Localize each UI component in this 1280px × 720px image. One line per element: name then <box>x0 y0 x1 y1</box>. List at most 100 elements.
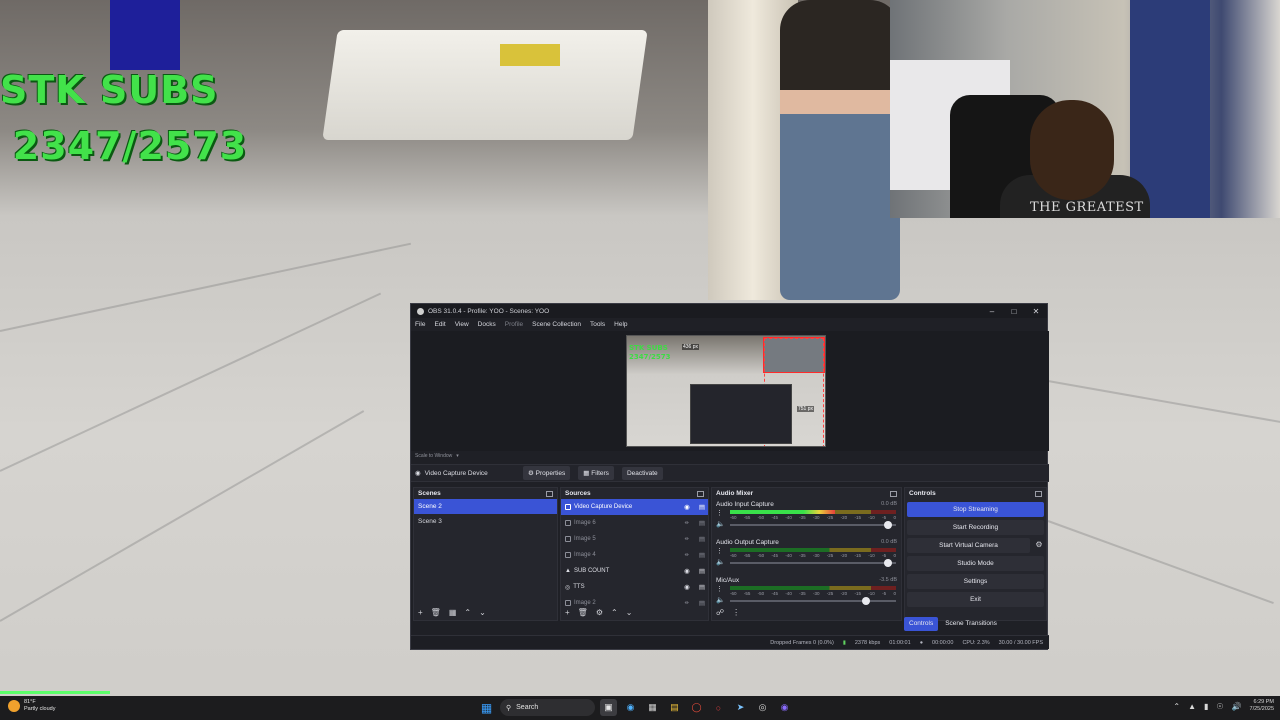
eye-hidden-icon[interactable]: ⦵ <box>681 535 693 543</box>
menu-help[interactable]: Help <box>614 321 627 328</box>
kebab-menu-icon[interactable]: ⋮ <box>716 585 723 593</box>
preview-area[interactable]: STK SUBS 2347/2573 436 px 751 px <box>411 331 1049 451</box>
speaker-icon[interactable]: 🔈 <box>716 558 725 566</box>
start-virtual-camera-button[interactable]: Start Virtual Camera <box>907 538 1030 553</box>
maximize-icon[interactable]: □ <box>1003 307 1025 316</box>
text-icon: ▲ <box>565 568 571 574</box>
discord-icon[interactable]: ◉ <box>776 699 793 716</box>
source-item[interactable]: Video Capture Device ◉ ▤ <box>561 499 708 515</box>
add-icon[interactable]: + <box>565 608 570 617</box>
meter-tick-label: -20 <box>840 591 848 596</box>
arrow-up-icon[interactable]: ⌃ <box>611 608 618 617</box>
tab-scene-transitions[interactable]: Scene Transitions <box>940 617 1002 631</box>
volume-knob[interactable] <box>883 559 892 567</box>
taskbar-search[interactable]: ⚲ Search <box>500 699 595 716</box>
menu-view[interactable]: View <box>455 321 469 328</box>
opera-icon[interactable]: ○ <box>710 699 727 716</box>
volume-icon[interactable]: 🔊 <box>1232 702 1242 711</box>
undock-icon[interactable] <box>546 490 553 497</box>
file-explorer-icon[interactable]: ▤ <box>666 699 683 716</box>
trash-icon[interactable]: 🗑 <box>578 608 588 617</box>
steam-icon[interactable]: ➤ <box>732 699 749 716</box>
volume-slider[interactable] <box>730 559 896 567</box>
weather-widget[interactable]: 81°F Partly cloudy <box>8 699 56 713</box>
source-item[interactable]: ◎ TTS ◉ ▤ <box>561 579 708 595</box>
controls-tabs: Controls Scene Transitions <box>904 617 1047 631</box>
start-recording-button[interactable]: Start Recording <box>907 520 1044 535</box>
trash-icon[interactable]: 🗑 <box>431 608 441 617</box>
arrow-down-icon[interactable]: ⌄ <box>479 608 486 617</box>
clock[interactable]: 6:29 PM 7/25/2025 <box>1250 699 1274 713</box>
filters-button[interactable]: ▦ Filters <box>578 466 614 480</box>
eye-hidden-icon[interactable]: ⦵ <box>681 551 693 559</box>
scene-item[interactable]: Scene 2 <box>414 499 557 514</box>
menu-file[interactable]: File <box>415 321 425 328</box>
volume-slider[interactable] <box>730 597 896 605</box>
menu-profile[interactable]: Profile <box>505 321 523 328</box>
menu-edit[interactable]: Edit <box>434 321 445 328</box>
kebab-menu-icon[interactable]: ⋮ <box>732 608 740 617</box>
volume-slider[interactable] <box>730 521 896 529</box>
minimize-icon[interactable]: – <box>981 307 1003 316</box>
windows-start-icon[interactable]: ▦ <box>478 699 495 716</box>
exit-button[interactable]: Exit <box>907 592 1044 607</box>
preview-height-label: 751 px <box>797 406 815 412</box>
edge-icon[interactable]: ◉ <box>622 699 639 716</box>
scene-item[interactable]: Scene 3 <box>414 514 557 529</box>
meter-ticks: -60 -55 -50 -45 -40 -35 -30 -25 -20 -15 -10 -5 0 <box>730 553 896 559</box>
arrow-down-icon[interactable]: ⌄ <box>626 608 633 617</box>
menu-docks[interactable]: Docks <box>478 321 496 328</box>
eye-icon[interactable]: ◉ <box>681 503 693 511</box>
network-icon[interactable]: ▲ <box>1188 702 1196 711</box>
chevron-up-icon[interactable]: ⌃ <box>1173 702 1180 711</box>
volume-knob[interactable] <box>862 597 871 605</box>
kebab-menu-icon[interactable]: ⋮ <box>716 547 723 555</box>
gear-icon[interactable]: ⚙ <box>596 608 603 617</box>
link-icon[interactable]: ☍ <box>716 608 724 617</box>
mic-icon[interactable]: ▮ <box>1204 702 1208 711</box>
eye-icon[interactable]: ◉ <box>681 583 693 591</box>
gear-icon[interactable]: ⚙ <box>1032 540 1046 549</box>
chevron-down-icon[interactable]: ▾ <box>456 453 459 459</box>
source-item[interactable]: Image 5 ⦵ ▤ <box>561 531 708 547</box>
speaker-icon[interactable]: 🔈 <box>716 596 725 604</box>
deactivate-button[interactable]: Deactivate <box>621 466 663 480</box>
dropped-frames: Dropped Frames 0 (0.0%) <box>770 639 834 646</box>
task-view-icon[interactable]: ▣ <box>600 699 617 716</box>
lock-icon[interactable]: ▤ <box>696 535 708 543</box>
eye-hidden-icon[interactable]: ⦵ <box>681 519 693 527</box>
wifi-icon[interactable]: ☉ <box>1216 702 1223 711</box>
source-item[interactable]: Image 4 ⦵ ▤ <box>561 547 708 563</box>
arrow-up-icon[interactable]: ⌃ <box>464 608 471 617</box>
source-item[interactable]: Image 6 ⦵ ▤ <box>561 515 708 531</box>
undock-icon[interactable] <box>1035 490 1042 497</box>
menu-scene-collection[interactable]: Scene Collection <box>532 321 581 328</box>
undock-icon[interactable] <box>890 490 897 497</box>
kebab-menu-icon[interactable]: ⋮ <box>716 509 723 517</box>
source-item[interactable]: ▲ SUB COUNT ◉ ▤ <box>561 563 708 579</box>
lock-icon[interactable]: ▤ <box>696 503 708 511</box>
speaker-icon[interactable]: 🔈 <box>716 520 725 528</box>
add-icon[interactable]: + <box>418 608 423 617</box>
chrome-icon[interactable]: ◯ <box>688 699 705 716</box>
undock-icon[interactable] <box>697 490 704 497</box>
close-icon[interactable]: ✕ <box>1025 307 1047 316</box>
obs-icon[interactable]: ◎ <box>754 699 771 716</box>
lock-icon[interactable]: ▤ <box>696 551 708 559</box>
filter-icon[interactable]: ▦ <box>449 608 457 617</box>
volume-knob[interactable] <box>883 521 892 529</box>
lock-icon[interactable]: ▤ <box>696 519 708 527</box>
scale-select[interactable]: Scale to Window <box>415 453 452 459</box>
settings-button[interactable]: Settings <box>907 574 1044 589</box>
stop-streaming-button[interactable]: Stop Streaming <box>907 502 1044 517</box>
lock-icon[interactable]: ▤ <box>696 583 708 591</box>
menu-tools[interactable]: Tools <box>590 321 605 328</box>
tab-controls[interactable]: Controls <box>904 617 939 631</box>
lock-icon[interactable]: ▤ <box>696 567 708 575</box>
properties-button[interactable]: ⚙ Properties <box>523 466 571 480</box>
program-preview[interactable]: STK SUBS 2347/2573 436 px 751 px <box>626 335 826 447</box>
eye-icon[interactable]: ◉ <box>681 567 693 575</box>
studio-mode-button[interactable]: Studio Mode <box>907 556 1044 571</box>
store-icon[interactable]: ▦ <box>644 699 661 716</box>
meter-tick-label: -50 <box>757 515 765 520</box>
